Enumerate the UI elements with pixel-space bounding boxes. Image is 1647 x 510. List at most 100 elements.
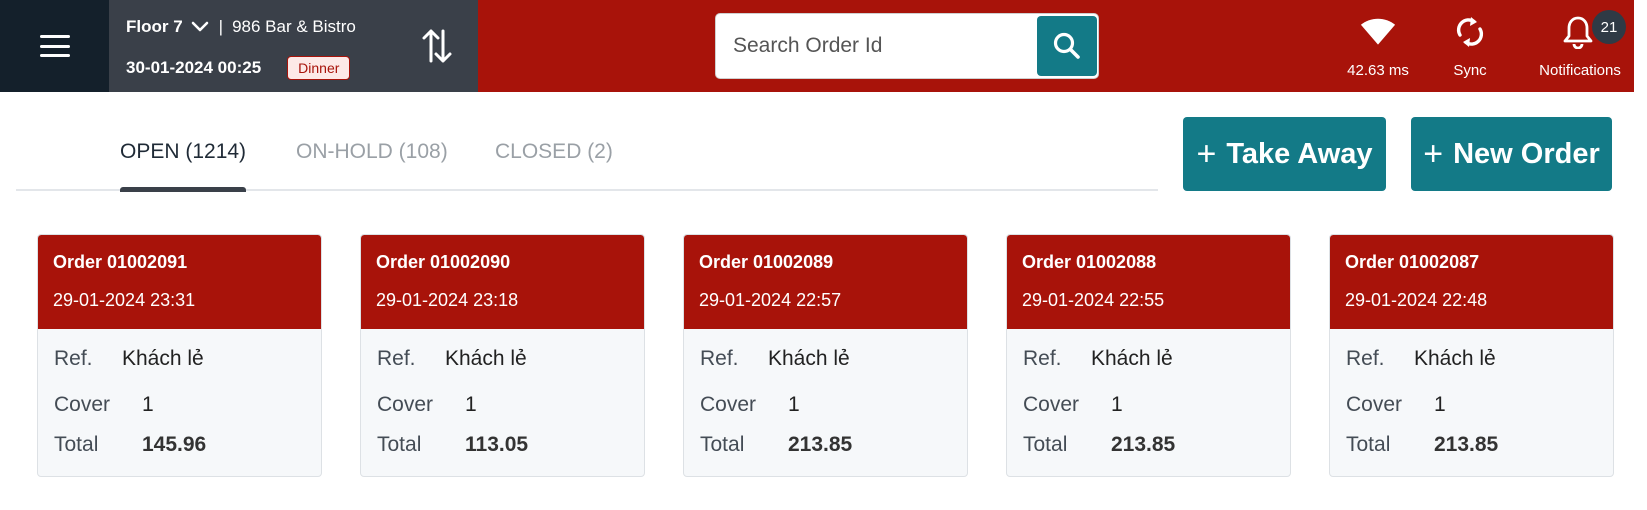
order-ref-value: Khách lẻ: [445, 347, 527, 370]
order-search: [715, 13, 1099, 79]
order-card[interactable]: Order 01002091 29-01-2024 23:31 Ref. Khá…: [37, 234, 322, 477]
location-row: Floor 7 | 986 Bar & Bistro: [126, 17, 356, 37]
search-icon: [1053, 32, 1080, 59]
tab-on-hold[interactable]: ON-HOLD (108): [296, 140, 448, 164]
latency-label: 42.63 ms: [1347, 62, 1409, 79]
order-cover-value: 1: [1434, 393, 1446, 416]
order-card[interactable]: Order 01002087 29-01-2024 22:48 Ref. Khá…: [1329, 234, 1614, 477]
swap-order-button[interactable]: [395, 0, 478, 92]
new-order-label: New Order: [1453, 137, 1600, 170]
order-cover-value: 1: [142, 393, 154, 416]
notifications-label: Notifications: [1539, 62, 1621, 79]
notifications-button[interactable]: 21 Notifications: [1530, 0, 1630, 92]
order-number: Order 01002090: [376, 252, 511, 272]
order-total-value: 213.85: [788, 433, 853, 456]
order-ref-value: Khách lẻ: [1414, 347, 1496, 370]
hamburger-menu-icon: [39, 35, 70, 57]
order-total-value: 213.85: [1434, 433, 1499, 456]
meal-period-badge[interactable]: Dinner: [287, 56, 351, 80]
plus-icon: +: [1196, 135, 1217, 173]
search-order-input[interactable]: [733, 14, 1023, 78]
cover-label: Cover: [1023, 393, 1080, 416]
cover-label: Cover: [54, 393, 111, 416]
order-total-row: Total 213.85: [700, 433, 852, 457]
order-total-row: Total 113.05: [377, 433, 528, 457]
order-total-value: 213.85: [1111, 433, 1176, 456]
total-label: Total: [1346, 433, 1391, 456]
order-number: Order 01002087: [1345, 252, 1480, 272]
order-datetime: 29-01-2024 22:55: [1022, 290, 1165, 310]
sync-icon: [1452, 14, 1488, 50]
active-tab-indicator: [120, 187, 246, 192]
order-card[interactable]: Order 01002089 29-01-2024 22:57 Ref. Khá…: [683, 234, 968, 477]
location-panel: Floor 7 | 986 Bar & Bistro 30-01-2024 00…: [109, 0, 395, 92]
order-ref-row: Ref. Khách lẻ: [1023, 347, 1173, 371]
order-total-row: Total 213.85: [1346, 433, 1498, 457]
total-label: Total: [377, 433, 422, 456]
order-total-value: 145.96: [142, 433, 207, 456]
order-total-value: 113.05: [465, 433, 529, 456]
new-order-button[interactable]: + New Order: [1411, 117, 1612, 191]
cover-label: Cover: [1346, 393, 1403, 416]
order-card-header: Order 01002088 29-01-2024 22:55: [1007, 235, 1290, 329]
order-card-header: Order 01002091 29-01-2024 23:31: [38, 235, 321, 329]
order-number: Order 01002088: [1022, 252, 1157, 272]
order-total-row: Total 145.96: [54, 433, 206, 457]
latency-indicator[interactable]: 42.63 ms: [1330, 0, 1426, 92]
swap-vertical-icon: [422, 29, 451, 63]
order-cover-row: Cover 1: [1346, 393, 1446, 417]
order-ref-row: Ref. Khách lẻ: [377, 347, 527, 371]
order-card-header: Order 01002089 29-01-2024 22:57: [684, 235, 967, 329]
take-away-label: Take Away: [1226, 137, 1373, 170]
tab-closed[interactable]: CLOSED (2): [495, 140, 613, 164]
order-ref-value: Khách lẻ: [122, 347, 204, 370]
order-datetime: 29-01-2024 23:18: [376, 290, 519, 310]
order-cover-row: Cover 1: [1023, 393, 1123, 417]
order-cover-row: Cover 1: [54, 393, 154, 417]
total-label: Total: [54, 433, 99, 456]
take-away-button[interactable]: + Take Away: [1183, 117, 1386, 191]
search-button[interactable]: [1037, 16, 1097, 76]
pos-orders-screen: Floor 7 | 986 Bar & Bistro 30-01-2024 00…: [0, 0, 1647, 510]
main-menu-button[interactable]: [0, 0, 109, 92]
ref-label: Ref.: [377, 347, 416, 370]
total-label: Total: [700, 433, 745, 456]
order-number: Order 01002089: [699, 252, 834, 272]
order-cover-row: Cover 1: [377, 393, 477, 417]
datetime-row: 30-01-2024 00:25 Dinner: [126, 56, 351, 80]
business-datetime: 30-01-2024 00:25: [126, 58, 262, 77]
ref-label: Ref.: [54, 347, 93, 370]
order-card[interactable]: Order 01002090 29-01-2024 23:18 Ref. Khá…: [360, 234, 645, 477]
notifications-count-badge: 21: [1592, 10, 1626, 44]
total-label: Total: [1023, 433, 1068, 456]
order-ref-row: Ref. Khách lẻ: [700, 347, 850, 371]
order-cover-value: 1: [1111, 393, 1123, 416]
location-separator: |: [218, 17, 224, 36]
order-ref-value: Khách lẻ: [1091, 347, 1173, 370]
order-card-header: Order 01002090 29-01-2024 23:18: [361, 235, 644, 329]
order-ref-row: Ref. Khách lẻ: [1346, 347, 1496, 371]
order-cover-row: Cover 1: [700, 393, 800, 417]
tab-open[interactable]: OPEN (1214): [120, 140, 246, 164]
order-number: Order 01002091: [53, 252, 188, 272]
cover-label: Cover: [700, 393, 757, 416]
floor-label: Floor 7: [126, 17, 183, 36]
wifi-icon: [1360, 14, 1396, 50]
plus-icon: +: [1423, 135, 1444, 173]
bell-icon: [1560, 14, 1596, 50]
order-datetime: 29-01-2024 22:57: [699, 290, 842, 310]
cover-label: Cover: [377, 393, 434, 416]
chevron-down-icon[interactable]: [191, 18, 209, 36]
order-status-tabs: OPEN (1214) ON-HOLD (108) CLOSED (2): [16, 118, 1158, 192]
order-card[interactable]: Order 01002088 29-01-2024 22:55 Ref. Khá…: [1006, 234, 1291, 477]
sync-label: Sync: [1453, 62, 1487, 79]
venue-name: 986 Bar & Bistro: [232, 17, 356, 36]
order-ref-row: Ref. Khách lẻ: [54, 347, 204, 371]
sync-button[interactable]: Sync: [1440, 0, 1500, 92]
order-cover-value: 1: [788, 393, 800, 416]
order-total-row: Total 213.85: [1023, 433, 1175, 457]
ref-label: Ref.: [1346, 347, 1385, 370]
ref-label: Ref.: [700, 347, 739, 370]
order-card-header: Order 01002087 29-01-2024 22:48: [1330, 235, 1613, 329]
ref-label: Ref.: [1023, 347, 1062, 370]
